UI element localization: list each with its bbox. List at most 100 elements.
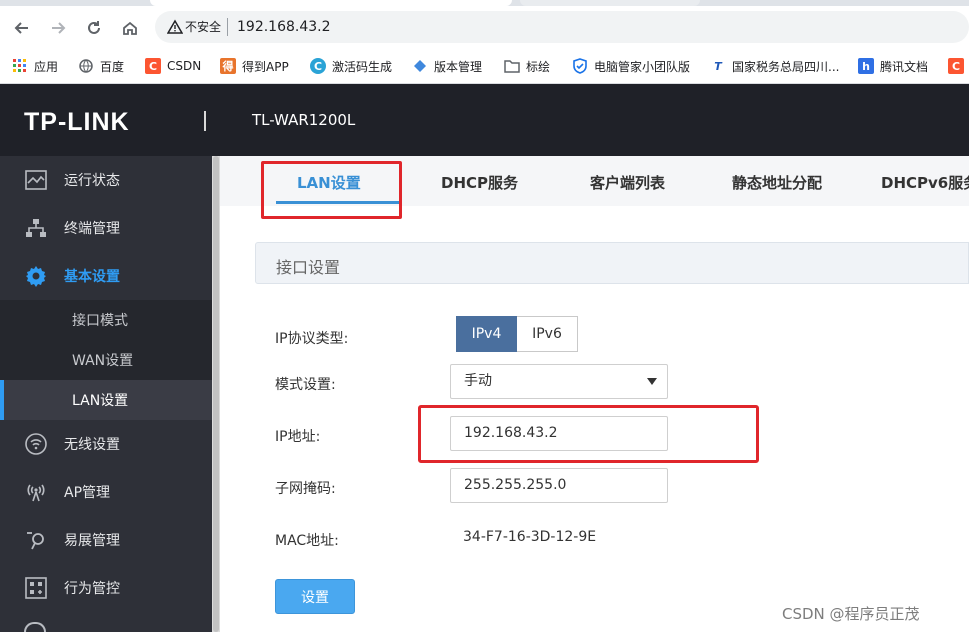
bookmark-activation[interactable]: C 激活码生成: [310, 56, 392, 76]
tax-icon: T: [714, 59, 722, 73]
caret-down-icon: [647, 378, 657, 385]
ip-protocol-toggle: IPv4 IPv6: [456, 316, 578, 352]
reload-button[interactable]: [78, 12, 110, 44]
mode-select-value: 手动: [464, 373, 492, 389]
save-button[interactable]: 设置: [275, 579, 355, 614]
ip-address-label: IP地址:: [275, 429, 321, 445]
mode-label: 模式设置:: [275, 377, 336, 393]
subitem-label: LAN设置: [72, 393, 129, 409]
sidebar-item-wireless[interactable]: 无线设置: [0, 420, 212, 468]
bookmark-tax[interactable]: T 国家税务总局四川...: [710, 56, 839, 76]
url-text[interactable]: 192.168.43.2: [237, 17, 331, 37]
tab-dhcp[interactable]: DHCP服务: [441, 172, 518, 193]
csdn-icon: C: [948, 58, 964, 74]
app-icon: C: [310, 58, 326, 74]
warning-icon: [167, 19, 183, 34]
tab-client-list[interactable]: 客户端列表: [590, 172, 665, 193]
home-button[interactable]: [114, 12, 146, 44]
subnet-mask-label: 子网掩码:: [275, 481, 336, 497]
bookmark-csdn-overflow[interactable]: C: [948, 56, 969, 76]
mode-select[interactable]: 手动: [450, 364, 668, 399]
bookmarks-bar: 应用 百度 C CSDN 得 得到APP C 激活码生成 版本管理 标绘 电脑管…: [0, 48, 969, 84]
wifi-icon: [24, 432, 48, 456]
sidebar-scroll-thumb[interactable]: [213, 156, 219, 632]
sidebar-item-easy-expand[interactable]: 易展管理: [0, 516, 212, 564]
sidebar-item-label: 无线设置: [64, 437, 120, 453]
watermark: CSDN @程序员正茂: [782, 605, 920, 623]
sidebar-item-label: 行为管控: [64, 581, 120, 597]
bookmark-apps[interactable]: 应用: [12, 56, 58, 76]
gear-icon: [24, 264, 48, 288]
bookmark-tencent-docs[interactable]: h 腾讯文档: [858, 56, 928, 76]
sidebar-item-behavior[interactable]: 行为管控: [0, 564, 212, 612]
subitem-label: 接口模式: [72, 313, 128, 329]
behavior-control-icon: [24, 576, 48, 600]
address-bar[interactable]: 不安全 192.168.43.2: [155, 11, 969, 43]
ipv6-option[interactable]: IPv6: [517, 316, 578, 352]
bookmark-label: 得到APP: [242, 59, 289, 74]
tab-static-address[interactable]: 静态地址分配: [732, 172, 822, 193]
csdn-icon: C: [145, 58, 161, 74]
active-indicator: [0, 380, 4, 420]
bookmark-version[interactable]: 版本管理: [412, 56, 482, 76]
model-name: TL-WAR1200L: [252, 111, 356, 129]
folder-icon: [504, 58, 520, 74]
ip-protocol-label: IP协议类型:: [275, 331, 349, 347]
sidebar-item-ap[interactable]: AP管理: [0, 468, 212, 516]
section-title: 接口设置: [276, 258, 341, 277]
sidebar-item-terminals[interactable]: 终端管理: [0, 204, 212, 252]
apps-grid-icon: [12, 58, 28, 74]
sidebar-item-status[interactable]: 运行状态: [0, 156, 212, 204]
bookmark-label: 标绘: [526, 59, 551, 74]
tab-dhcpv6[interactable]: DHCPv6服务: [881, 172, 969, 193]
back-button[interactable]: [6, 12, 38, 44]
mac-address-value: 34-F7-16-3D-12-9E: [463, 529, 597, 545]
sidebar-item-basic-settings[interactable]: 基本设置: [0, 252, 212, 300]
sidebar-subitem-lan[interactable]: LAN设置: [0, 380, 212, 420]
home-icon: [123, 21, 137, 35]
subitem-label: WAN设置: [72, 353, 134, 369]
arrow-right-icon: [52, 22, 66, 34]
sidebar-item-label: 终端管理: [64, 221, 120, 237]
bookmark-label: 腾讯文档: [880, 59, 929, 74]
arrow-left-icon: [14, 22, 28, 34]
forward-button[interactable]: [42, 12, 74, 44]
sidebar-item-label: 运行状态: [64, 173, 120, 189]
bookmark-label: 激活码生成: [332, 59, 393, 74]
diamond-icon: [412, 58, 428, 74]
bookmark-label: 版本管理: [434, 59, 483, 74]
bookmark-dedao[interactable]: 得 得到APP: [220, 56, 289, 76]
shield-icon: [572, 58, 588, 74]
dedao-icon: 得: [220, 58, 236, 74]
sidebar-subitem-wan[interactable]: WAN设置: [0, 340, 212, 380]
chart-monitor-icon: [24, 168, 48, 192]
network-tree-icon: [24, 216, 48, 240]
bookmark-csdn[interactable]: C CSDN: [145, 56, 201, 76]
annotation-box-tab: [261, 161, 402, 219]
tencent-docs-icon: h: [858, 58, 874, 74]
bookmark-label: CSDN: [167, 59, 202, 73]
easy-expand-icon: [24, 528, 48, 552]
sidebar-subitem-interface-mode[interactable]: 接口模式: [0, 300, 212, 340]
tp-link-logo: TP-LINK: [24, 108, 130, 136]
bookmark-label: 百度: [100, 59, 125, 74]
subnet-mask-value: 255.255.255.0: [464, 477, 567, 493]
sidebar-item-label: 基本设置: [64, 269, 120, 285]
address-divider: [227, 18, 228, 36]
subnet-mask-input[interactable]: 255.255.255.0: [450, 468, 668, 503]
bookmark-label: 国家税务总局四川...: [732, 59, 840, 74]
reload-icon: [88, 21, 100, 34]
bookmark-label: 电脑管家小团队版: [594, 59, 691, 74]
ipv4-option[interactable]: IPv4: [456, 316, 517, 352]
mac-address-label: MAC地址:: [275, 533, 339, 549]
bookmark-label: 应用: [34, 59, 59, 74]
globe-icon: [78, 58, 94, 74]
sidebar-item-label: 易展管理: [64, 533, 120, 549]
app-header: TP-LINK TL-WAR1200L: [0, 84, 969, 156]
bookmark-baidu[interactable]: 百度: [78, 56, 124, 76]
bookmark-pcmanager[interactable]: 电脑管家小团队版: [572, 56, 690, 76]
insecure-label[interactable]: 不安全: [185, 19, 221, 35]
header-divider: [204, 111, 206, 131]
bookmark-biaohui[interactable]: 标绘: [504, 56, 550, 76]
section-header: 接口设置: [255, 242, 969, 284]
